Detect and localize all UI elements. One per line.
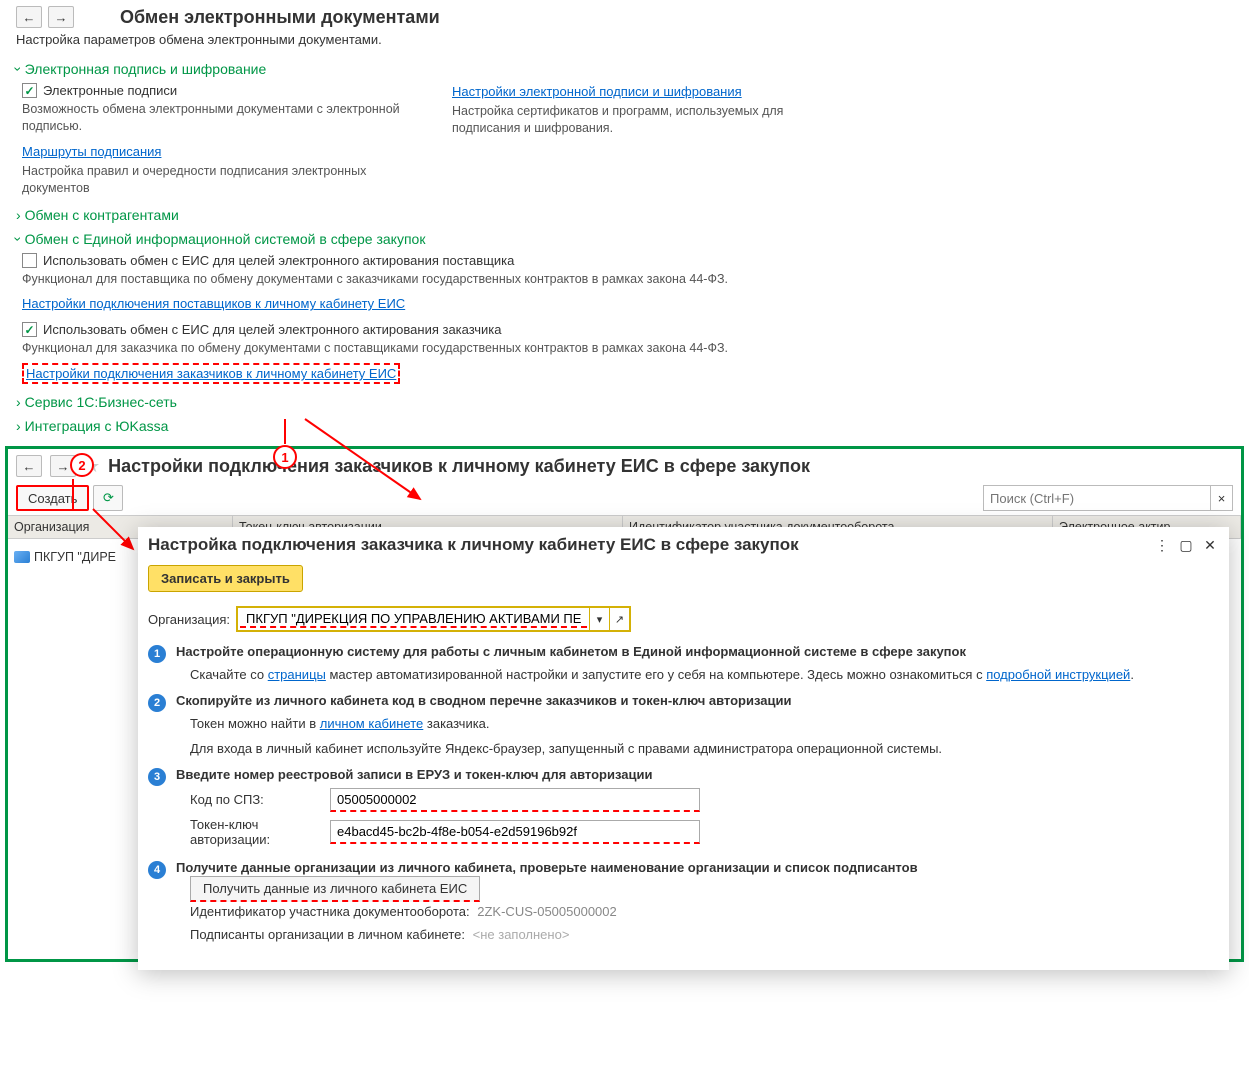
routes-link[interactable]: Маршруты подписания xyxy=(22,141,161,162)
chevron-right-icon: › xyxy=(16,394,21,410)
section-yookassa-toggle[interactable]: › Интеграция с ЮKassa xyxy=(16,414,1233,438)
step-2-text-1: Токен можно найти в личном кабинете зака… xyxy=(176,714,1219,734)
search-box: × xyxy=(983,485,1233,511)
checkbox-eis-customer-label: Использовать обмен с ЕИС для целей элект… xyxy=(43,322,502,337)
org-input[interactable] xyxy=(240,611,587,628)
section-contractors-toggle[interactable]: › Обмен с контрагентами xyxy=(16,203,1233,227)
row-icon xyxy=(14,551,30,563)
step-2-badge: 2 xyxy=(148,694,166,712)
checkbox-eis-customer[interactable]: ✓ xyxy=(22,322,37,337)
step-2-text-2: Для входа в личный кабинет используйте Я… xyxy=(176,739,1219,759)
step-2-link-cabinet[interactable]: личном кабинете xyxy=(320,716,424,731)
step-1-link-page[interactable]: страницы xyxy=(268,667,326,682)
eis-supplier-desc: Функционал для поставщика по обмену доку… xyxy=(22,270,1233,294)
eis-customer-link[interactable]: Настройки подключения заказчиков к лично… xyxy=(22,363,400,384)
section-yookassa-title: Интеграция с ЮKassa xyxy=(25,418,169,434)
step-1-badge: 1 xyxy=(148,645,166,663)
step-3-badge: 3 xyxy=(148,768,166,786)
arrow-left-icon: ← xyxy=(23,459,36,474)
dialog-maximize-button[interactable]: ▢ xyxy=(1177,537,1195,554)
checkbox-esign-label: Электронные подписи xyxy=(43,83,177,98)
get-data-button[interactable]: Получить данные из личного кабинета ЕИС xyxy=(190,876,480,902)
chevron-right-icon: › xyxy=(16,207,21,223)
refresh-button[interactable]: ⟳ xyxy=(93,485,123,511)
chevron-right-icon: › xyxy=(16,418,21,434)
nav-forward-button[interactable]: → xyxy=(48,6,74,28)
section-biznet-toggle[interactable]: › Сервис 1С:Бизнес-сеть xyxy=(16,390,1233,414)
section-contractors-title: Обмен с контрагентами xyxy=(25,207,179,223)
step-4-title: Получите данные организации из личного к… xyxy=(176,860,1219,875)
step-1-title: Настройте операционную систему для работ… xyxy=(176,644,1219,659)
arrow-right-icon: → xyxy=(55,10,68,25)
step-2-title: Скопируйте из личного кабинета код в сво… xyxy=(176,693,1219,708)
signers-line: Подписанты организации в личном кабинете… xyxy=(176,927,1219,942)
checkbox-eis-supplier[interactable] xyxy=(22,253,37,268)
step-3-title: Введите номер реестровой записи в ЕРУЗ и… xyxy=(176,767,1219,782)
w2-nav-back-button[interactable]: ← xyxy=(16,455,42,477)
callout-marker-1: 1 xyxy=(273,445,297,469)
sig-config-link[interactable]: Настройки электронной подписи и шифрован… xyxy=(452,81,742,102)
search-clear-button[interactable]: × xyxy=(1210,486,1232,510)
step-4-badge: 4 xyxy=(148,861,166,879)
participant-id-value: 2ZK-CUS-05005000002 xyxy=(477,904,616,919)
checkbox-eis-supplier-label: Использовать обмен с ЕИС для целей элект… xyxy=(43,253,514,268)
arrow-left-icon: ← xyxy=(23,10,36,25)
section-signature-toggle[interactable]: › Электронная подпись и шифрование xyxy=(16,57,1233,81)
save-close-button[interactable]: Записать и закрыть xyxy=(148,565,303,592)
token-label: Токен-ключ авторизации: xyxy=(190,817,330,847)
window-customer-connections: 2 ← → ★ Настройки подключения заказчиков… xyxy=(5,446,1244,962)
w2-title: Настройки подключения заказчиков к лично… xyxy=(108,456,810,477)
section-eis-toggle[interactable]: › Обмен с Единой информационной системой… xyxy=(16,227,1233,251)
org-open-button[interactable]: ↗ xyxy=(609,608,629,630)
section-eis-title: Обмен с Единой информационной системой в… xyxy=(25,231,426,247)
dialog-menu-button[interactable]: ⋮ xyxy=(1153,537,1171,554)
org-input-wrap: ▾ ↗ xyxy=(236,606,631,632)
token-input[interactable] xyxy=(330,820,700,844)
sig-config-desc: Настройка сертификатов и программ, испол… xyxy=(452,102,852,143)
checkbox-esign[interactable]: ✓ xyxy=(22,83,37,98)
code-input[interactable] xyxy=(330,788,700,812)
eis-customer-desc: Функционал для заказчика по обмену докум… xyxy=(22,339,1233,363)
page-title: Обмен электронными документами xyxy=(120,7,440,28)
search-input[interactable] xyxy=(984,486,1210,510)
step-1-link-instruction[interactable]: подробной инструкцией xyxy=(986,667,1130,682)
routes-desc: Настройка правил и очередности подписани… xyxy=(22,162,422,203)
chevron-down-icon: › xyxy=(10,236,26,241)
create-button[interactable]: Создать xyxy=(16,485,89,511)
eis-supplier-link[interactable]: Настройки подключения поставщиков к личн… xyxy=(22,293,405,314)
refresh-icon: ⟳ xyxy=(103,490,114,506)
nav-back-button[interactable]: ← xyxy=(16,6,42,28)
dialog-connection-settings: Настройка подключения заказчика к личном… xyxy=(138,527,1229,970)
dialog-close-button[interactable]: ✕ xyxy=(1201,537,1219,554)
participant-id-line: Идентификатор участника документооборота… xyxy=(176,904,1219,919)
arrow-right-icon: → xyxy=(57,459,70,474)
dialog-title: Настройка подключения заказчика к личном… xyxy=(148,535,799,555)
org-dropdown-button[interactable]: ▾ xyxy=(589,608,609,630)
code-label: Код по СПЗ: xyxy=(190,792,330,807)
esign-desc: Возможность обмена электронными документ… xyxy=(22,100,422,141)
section-biznet-title: Сервис 1С:Бизнес-сеть xyxy=(25,394,177,410)
chevron-down-icon: › xyxy=(10,67,26,72)
section-signature-title: Электронная подпись и шифрование xyxy=(25,61,267,77)
page-subtitle: Настройка параметров обмена электронными… xyxy=(0,32,1249,57)
row-org: ПКГУП "ДИРЕ xyxy=(34,550,116,564)
org-label: Организация: xyxy=(148,612,230,627)
step-1-text: Скачайте со страницы мастер автоматизиро… xyxy=(176,665,1219,685)
signers-value: <не заполнено> xyxy=(473,927,570,942)
